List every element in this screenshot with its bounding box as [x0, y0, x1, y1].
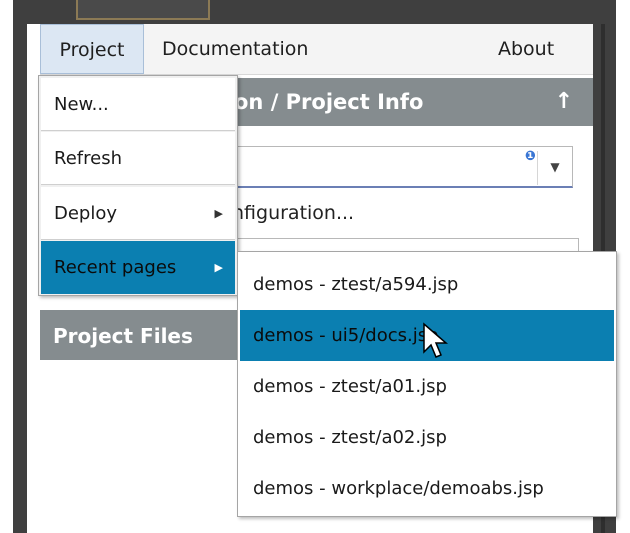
recent-page-item[interactable]: demos - ztest/a02.jsp [240, 412, 614, 463]
menu-item-label: New... [54, 94, 109, 115]
top-tab[interactable] [76, 0, 210, 20]
project-combo[interactable]: ❶ ▼ [230, 146, 573, 188]
chevron-down-icon[interactable]: ▼ [537, 151, 572, 185]
menu-item-label: Deploy [54, 203, 118, 224]
submenu-arrow-icon: ▶ [214, 261, 223, 274]
submenu-arrow-icon: ▶ [214, 207, 223, 220]
mouse-cursor-icon [423, 322, 449, 358]
menu-item-recent-pages[interactable]: Recent pages ▶ [41, 241, 235, 294]
menu-item-label: Refresh [54, 148, 122, 169]
menu-project[interactable]: Project [40, 24, 144, 74]
project-files-header[interactable]: Project Files [40, 310, 240, 360]
collapse-arrow-icon[interactable]: ↑ [555, 78, 573, 126]
project-dropdown-menu: New... Refresh Deploy ▶ Recent pages ▶ [38, 75, 238, 296]
recent-page-item[interactable]: demos - ztest/a01.jsp [240, 361, 614, 412]
menu-item-deploy[interactable]: Deploy ▶ [41, 187, 235, 240]
menu-item-refresh[interactable]: Refresh [41, 132, 235, 185]
recent-page-item[interactable]: demos - ztest/a594.jsp [240, 259, 614, 310]
menu-documentation[interactable]: Documentation [162, 24, 308, 74]
recent-page-item[interactable]: demos - workplace/demoabs.jsp [240, 463, 614, 514]
menu-bar: Project Documentation About [40, 24, 593, 75]
info-icon: ❶ [524, 149, 536, 164]
configuration-link[interactable]: nfiguration... [232, 202, 354, 224]
recent-pages-submenu: demos - ztest/a594.jsp demos - ui5/docs.… [237, 251, 617, 517]
menu-item-new[interactable]: New... [41, 78, 235, 131]
project-files-title: Project Files [53, 324, 193, 348]
section-title: on / Project Info [234, 90, 424, 114]
menu-about[interactable]: About [498, 24, 554, 74]
menu-item-label: Recent pages [54, 257, 177, 278]
